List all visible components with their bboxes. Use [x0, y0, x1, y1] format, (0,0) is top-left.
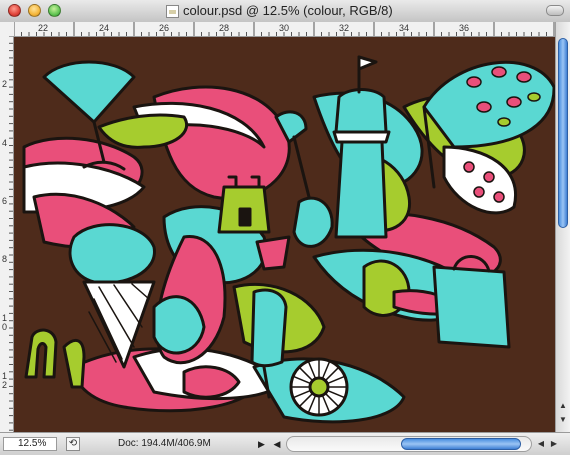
vertical-scrollbar[interactable]: ▲ ▼: [555, 22, 570, 432]
zoom-window-icon[interactable]: [48, 4, 61, 17]
artwork-illustration: [22, 55, 555, 424]
scroll-up-icon[interactable]: ▲: [557, 400, 569, 412]
vertical-ruler[interactable]: 2 4 6 8 1 0 1 2: [0, 36, 14, 432]
ruler-label: 2: [2, 79, 8, 89]
ruler-label: 32: [339, 23, 350, 33]
ruler-label: 8: [2, 254, 8, 264]
ruler-label: 6: [2, 196, 8, 206]
proof-setup-icon[interactable]: ⟲: [66, 437, 80, 451]
horizontal-ruler[interactable]: 22 24 26 28 30 32 34 36: [0, 22, 555, 37]
window-title: colour.psd @ 12.5% (colour, RGB/8): [183, 3, 393, 18]
horizontal-scroll-thumb[interactable]: [401, 438, 521, 450]
close-window-icon[interactable]: [8, 4, 21, 17]
ruler-label: 1 0: [2, 313, 8, 332]
ruler-label: 4: [2, 138, 8, 148]
horizontal-scrollbar[interactable]: [286, 436, 532, 452]
psd-document-icon[interactable]: [166, 5, 179, 18]
ruler-label: 30: [279, 23, 290, 33]
ruler-label: 36: [459, 23, 470, 33]
scroll-down-icon[interactable]: ▼: [557, 414, 569, 426]
ruler-label: 28: [219, 23, 230, 33]
scroll-left-icon[interactable]: ◀: [535, 437, 547, 451]
document-size-info: Doc: 194.4M/406.9M: [118, 438, 211, 449]
scroll-right-icon[interactable]: ▶: [548, 437, 560, 451]
ruler-label: 22: [38, 23, 49, 33]
ruler-label: 34: [399, 23, 410, 33]
scroll-left-start-icon[interactable]: ◀: [271, 437, 283, 451]
document-canvas[interactable]: [14, 37, 555, 432]
status-menu-arrow-icon[interactable]: ▶: [255, 437, 268, 451]
minimize-window-icon[interactable]: [28, 4, 41, 17]
title-bar[interactable]: colour.psd @ 12.5% (colour, RGB/8): [0, 0, 570, 23]
ruler-label: 24: [99, 23, 110, 33]
status-bar: 12.5% ⟲ Doc: 194.4M/406.9M ▶ ◀ ◀ ▶: [0, 432, 570, 455]
vertical-scroll-thumb[interactable]: [558, 38, 568, 228]
zoom-level-field[interactable]: 12.5%: [3, 437, 57, 451]
ruler-label: 26: [159, 23, 170, 33]
photoshop-document-window: colour.psd @ 12.5% (colour, RGB/8) 22 24…: [0, 0, 570, 455]
toolbar-toggle-button[interactable]: [546, 5, 564, 16]
ruler-label: 1 2: [2, 371, 8, 390]
